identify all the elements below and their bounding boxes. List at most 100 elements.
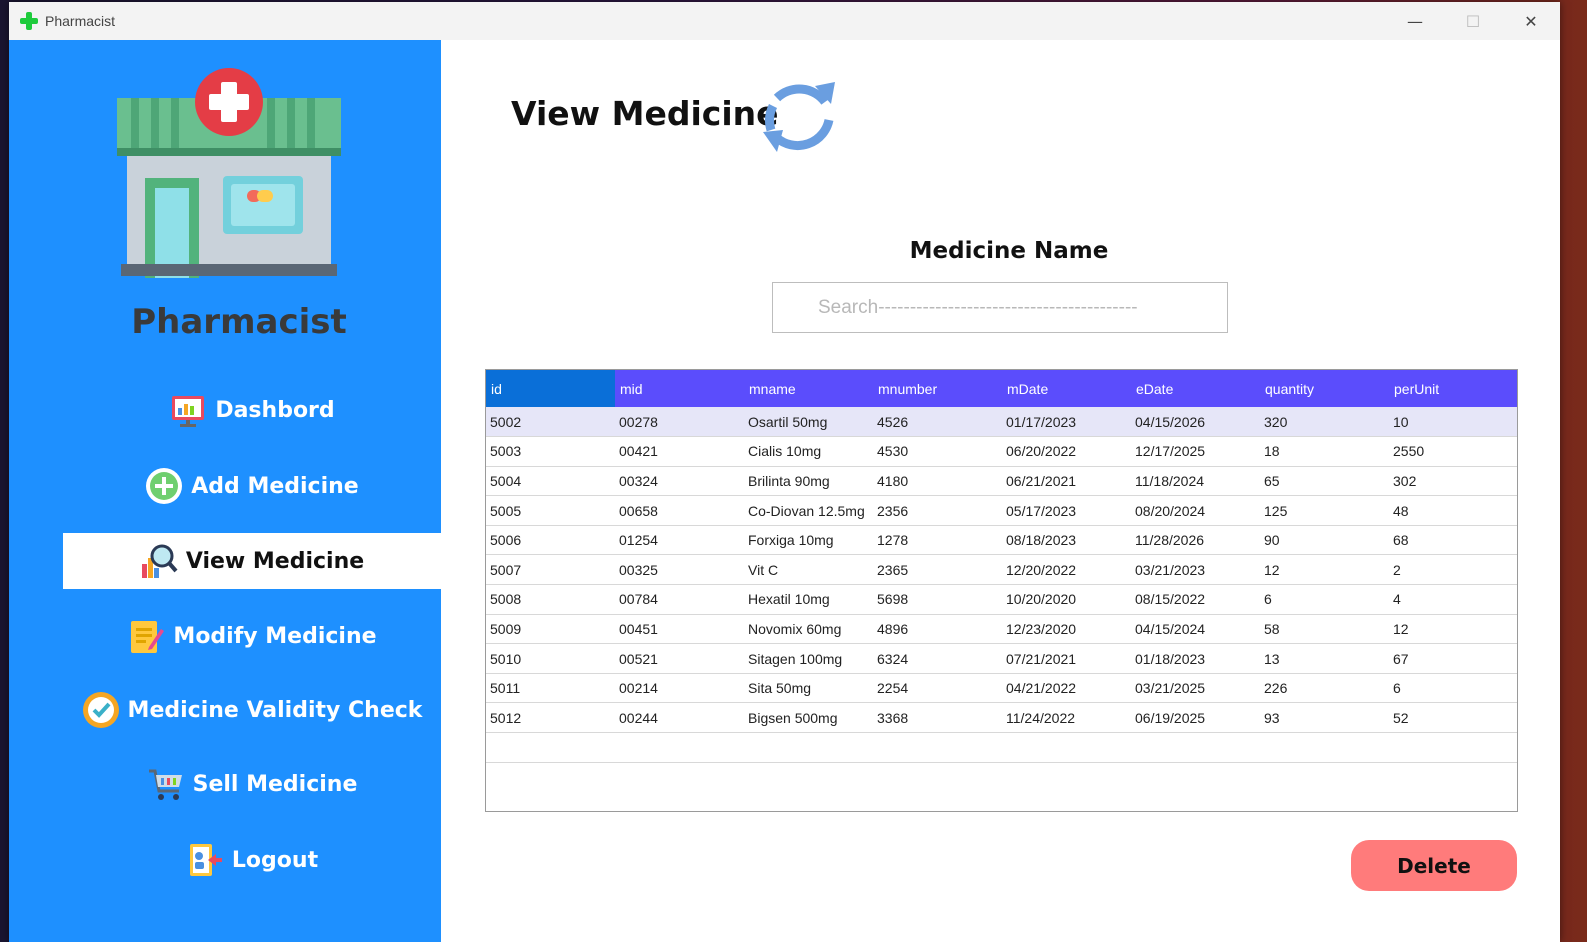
column-header-id[interactable]: id (486, 370, 615, 407)
table-cell-mnumber[interactable]: 2356 (873, 495, 1002, 526)
table-empty-cell[interactable] (1002, 732, 1131, 763)
table-cell-perunit[interactable]: 302 (1389, 466, 1517, 497)
table-cell-mid[interactable]: 01254 (615, 525, 744, 556)
table-empty-cell[interactable] (615, 732, 744, 763)
sidebar-item-view-medicine[interactable]: View Medicine (63, 533, 441, 589)
table-cell-quantity[interactable]: 6 (1260, 584, 1389, 615)
table-cell-edate[interactable]: 11/18/2024 (1131, 466, 1260, 497)
table-cell-mnumber[interactable]: 1278 (873, 525, 1002, 556)
table-cell-perunit[interactable]: 2550 (1389, 436, 1517, 467)
table-cell-edate[interactable]: 11/28/2026 (1131, 525, 1260, 556)
column-header-mid[interactable]: mid (615, 370, 744, 407)
table-empty-cell[interactable] (486, 732, 615, 763)
table-cell-edate[interactable]: 01/18/2023 (1131, 643, 1260, 674)
table-cell-mdate[interactable]: 01/17/2023 (1002, 407, 1131, 438)
column-header-edate[interactable]: eDate (1131, 370, 1260, 407)
table-cell-mnumber[interactable]: 2365 (873, 554, 1002, 586)
table-cell-id[interactable]: 5004 (486, 466, 615, 497)
table-cell-id[interactable]: 5006 (486, 525, 615, 556)
table-cell-mid[interactable]: 00324 (615, 466, 744, 497)
table-cell-id[interactable]: 5007 (486, 554, 615, 586)
table-cell-edate[interactable]: 04/15/2026 (1131, 407, 1260, 438)
maximize-button[interactable]: ☐ (1444, 2, 1502, 40)
sidebar-item-modify-medicine[interactable]: Modify Medicine (63, 608, 441, 664)
table-cell-id[interactable]: 5005 (486, 495, 615, 526)
table-cell-edate[interactable]: 06/19/2025 (1131, 702, 1260, 734)
search-input[interactable] (772, 282, 1228, 333)
table-cell-mname[interactable]: Sita 50mg (744, 673, 873, 704)
table-cell-mid[interactable]: 00278 (615, 407, 744, 438)
table-cell-id[interactable]: 5002 (486, 407, 615, 438)
table-cell-mname[interactable]: Cialis 10mg (744, 436, 873, 467)
table-cell-mdate[interactable]: 04/21/2022 (1002, 673, 1131, 704)
table-cell-quantity[interactable]: 125 (1260, 495, 1389, 526)
column-header-mnumber[interactable]: mnumber (873, 370, 1002, 407)
table-cell-mname[interactable]: Forxiga 10mg (744, 525, 873, 556)
table-cell-quantity[interactable]: 93 (1260, 702, 1389, 734)
table-cell-mnumber[interactable]: 4896 (873, 614, 1002, 645)
table-cell-perunit[interactable]: 68 (1389, 525, 1517, 556)
table-row[interactable]: 5008 00784 Hexatil 10mg 5698 10/20/2020 08/15… (486, 584, 1517, 615)
column-header-mdate[interactable]: mDate (1002, 370, 1131, 407)
table-cell-id[interactable]: 5010 (486, 643, 615, 674)
table-cell-quantity[interactable]: 320 (1260, 407, 1389, 438)
table-cell-mdate[interactable]: 11/24/2022 (1002, 702, 1131, 734)
table-cell-quantity[interactable]: 65 (1260, 466, 1389, 497)
table-row[interactable]: 5011 00214 Sita 50mg 2254 04/21/2022 03/21/20… (486, 673, 1517, 704)
delete-button[interactable]: Delete (1351, 840, 1517, 891)
table-row[interactable]: 5010 00521 Sitagen 100mg 6324 07/21/2021 01/1… (486, 643, 1517, 674)
table-cell-mname[interactable]: Sitagen 100mg (744, 643, 873, 674)
table-cell-mnumber[interactable]: 4180 (873, 466, 1002, 497)
table-cell-perunit[interactable]: 67 (1389, 643, 1517, 674)
table-cell-quantity[interactable]: 13 (1260, 643, 1389, 674)
table-cell-mid[interactable]: 00244 (615, 702, 744, 734)
table-cell-perunit[interactable]: 52 (1389, 702, 1517, 734)
table-cell-mname[interactable]: Vit C (744, 554, 873, 586)
table-cell-mdate[interactable]: 07/21/2021 (1002, 643, 1131, 674)
table-cell-mid[interactable]: 00214 (615, 673, 744, 704)
table-cell-perunit[interactable]: 10 (1389, 407, 1517, 438)
table-cell-mnumber[interactable]: 3368 (873, 702, 1002, 734)
table-cell-perunit[interactable]: 4 (1389, 584, 1517, 615)
table-cell-edate[interactable]: 03/21/2023 (1131, 554, 1260, 586)
table-cell-mnumber[interactable]: 4526 (873, 407, 1002, 438)
table-row[interactable]: 5007 00325 Vit C 2365 12/20/2022 03/21/2023 12… (486, 554, 1517, 586)
table-cell-mname[interactable]: Bigsen 500mg (744, 702, 873, 734)
table-row[interactable]: 5003 00421 Cialis 10mg 4530 06/20/2022 12/17/… (486, 436, 1517, 467)
table-cell-mid[interactable]: 00325 (615, 554, 744, 586)
table-cell-id[interactable]: 5003 (486, 436, 615, 467)
table-row[interactable]: 5009 00451 Novomix 60mg 4896 12/23/2020 04/15… (486, 614, 1517, 645)
table-cell-mid[interactable]: 00451 (615, 614, 744, 645)
close-button[interactable]: ✕ (1502, 2, 1560, 40)
table-cell-mnumber[interactable]: 4530 (873, 436, 1002, 467)
table-cell-mdate[interactable]: 06/21/2021 (1002, 466, 1131, 497)
table-cell-mdate[interactable]: 12/23/2020 (1002, 614, 1131, 645)
sidebar-item-logout[interactable]: Logout (63, 832, 441, 888)
sidebar-item-add-medicine[interactable]: Add Medicine (63, 458, 441, 514)
table-cell-quantity[interactable]: 18 (1260, 436, 1389, 467)
table-cell-mid[interactable]: 00658 (615, 495, 744, 526)
table-row[interactable]: 5004 00324 Brilinta 90mg 4180 06/21/2021 11/1… (486, 466, 1517, 497)
table-cell-edate[interactable]: 08/15/2022 (1131, 584, 1260, 615)
table-cell-mdate[interactable]: 05/17/2023 (1002, 495, 1131, 526)
column-header-quantity[interactable]: quantity (1260, 370, 1389, 407)
table-row[interactable]: 5006 01254 Forxiga 10mg 1278 08/18/2023 11/28… (486, 525, 1517, 556)
table-empty-cell[interactable] (873, 732, 1002, 763)
table-cell-perunit[interactable]: 2 (1389, 554, 1517, 586)
table-cell-mnumber[interactable]: 2254 (873, 673, 1002, 704)
table-cell-mnumber[interactable]: 5698 (873, 584, 1002, 615)
table-cell-perunit[interactable]: 6 (1389, 673, 1517, 704)
table-empty-cell[interactable] (1389, 732, 1517, 763)
table-cell-mid[interactable]: 00421 (615, 436, 744, 467)
table-cell-id[interactable]: 5009 (486, 614, 615, 645)
table-cell-mname[interactable]: Brilinta 90mg (744, 466, 873, 497)
table-cell-edate[interactable]: 03/21/2025 (1131, 673, 1260, 704)
table-cell-mdate[interactable]: 12/20/2022 (1002, 554, 1131, 586)
table-row[interactable]: 5005 00658 Co-Diovan 12.5mg 2356 05/17/2023 0… (486, 495, 1517, 526)
table-cell-edate[interactable]: 12/17/2025 (1131, 436, 1260, 467)
table-cell-id[interactable]: 5011 (486, 673, 615, 704)
table-cell-mname[interactable]: Novomix 60mg (744, 614, 873, 645)
minimize-button[interactable]: — (1386, 2, 1444, 40)
table-cell-quantity[interactable]: 58 (1260, 614, 1389, 645)
table-cell-quantity[interactable]: 226 (1260, 673, 1389, 704)
